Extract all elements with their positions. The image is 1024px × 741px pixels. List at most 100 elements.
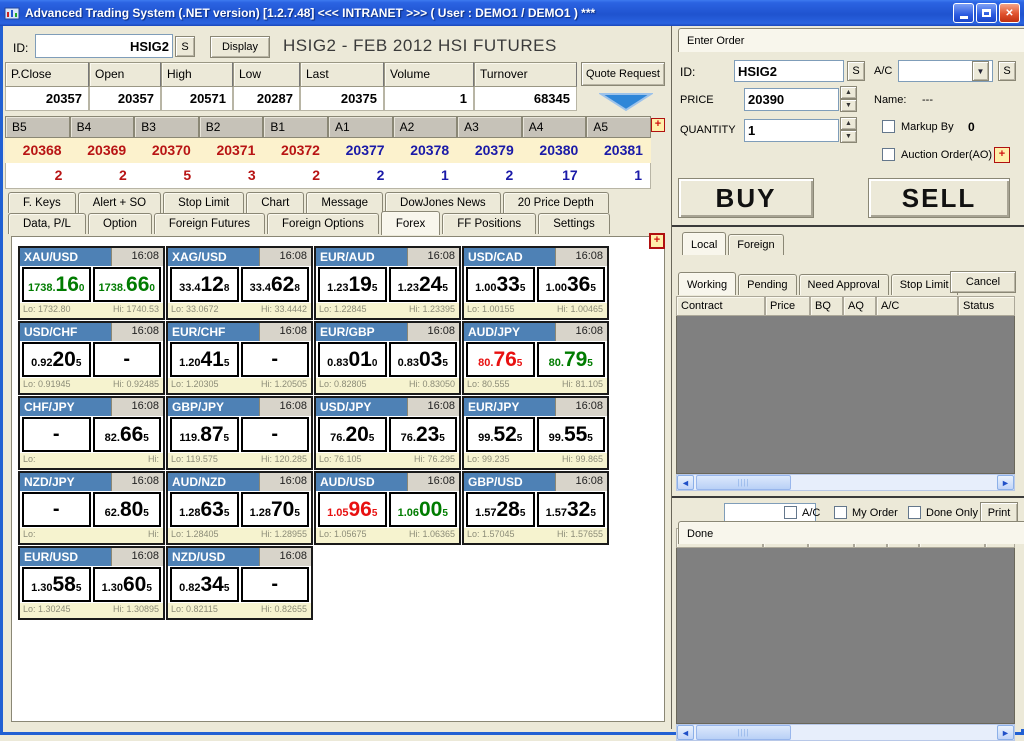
scroll-left-icon[interactable]: ◄ — [677, 475, 694, 490]
ask-price-box[interactable]: 1.00365 — [537, 267, 606, 302]
tab-dowjones-news[interactable]: DowJones News — [385, 192, 501, 213]
scroll-left-icon[interactable]: ◄ — [677, 725, 694, 740]
account-dropdown[interactable]: ▼ — [898, 60, 993, 82]
ask-price-box[interactable]: 1738.660 — [93, 267, 162, 302]
orders-table-body[interactable] — [676, 316, 1015, 474]
tab-forex[interactable]: Forex — [381, 211, 440, 235]
scroll-right-icon[interactable]: ► — [997, 475, 1014, 490]
bid-price-box[interactable]: 99.525 — [466, 417, 535, 452]
bid-price-box[interactable]: 0.92205 — [22, 342, 91, 377]
tab-settings[interactable]: Settings — [538, 213, 610, 234]
tab-20-price-depth[interactable]: 20 Price Depth — [503, 192, 609, 213]
tab-option[interactable]: Option — [88, 213, 152, 234]
forex-tile-gbp-jpy[interactable]: GBP/JPY 16:08 119.875- Lo: 119.575 Hi: 1… — [166, 396, 313, 470]
contract-search-button[interactable]: S — [175, 36, 195, 57]
ask-price-box[interactable]: 82.665 — [93, 417, 162, 452]
auction-plus-button[interactable]: + — [994, 147, 1010, 163]
orders-hscrollbar[interactable]: ◄ |||| ► — [676, 474, 1015, 491]
ask-price-box[interactable]: 62.805 — [93, 492, 162, 527]
tab-chart[interactable]: Chart — [246, 192, 304, 213]
account-search-button[interactable]: S — [998, 61, 1016, 81]
forex-tile-xau-usd[interactable]: XAU/USD 16:08 1738.1601738.660 Lo: 1732.… — [18, 246, 165, 320]
bid-price-box[interactable]: 119.875 — [170, 417, 239, 452]
price-up-icon[interactable]: ▲ — [840, 86, 857, 99]
quantity-up-icon[interactable]: ▲ — [840, 117, 857, 130]
depth-price-a2[interactable]: 20378 — [393, 138, 458, 163]
ask-price-box[interactable]: - — [241, 417, 310, 452]
minimize-button[interactable] — [953, 3, 974, 23]
forex-tile-usd-jpy[interactable]: USD/JPY 16:08 76.20576.235 Lo: 76.105 Hi… — [314, 396, 461, 470]
tab-f-keys[interactable]: F. Keys — [8, 192, 76, 213]
depth-price-a3[interactable]: 20379 — [457, 138, 522, 163]
depth-price-b5[interactable]: 20368 — [5, 138, 70, 163]
tab-done[interactable]: Done — [678, 521, 1024, 544]
close-button[interactable]: ✕ — [999, 3, 1020, 23]
tab-working[interactable]: Working — [678, 272, 736, 295]
bid-price-box[interactable]: 1.23195 — [318, 267, 387, 302]
price-input[interactable]: 20390 — [744, 88, 839, 111]
bid-price-box[interactable]: 0.83010 — [318, 342, 387, 377]
orders-col-price[interactable]: Price — [765, 296, 810, 316]
tab-enter-order[interactable]: Enter Order — [678, 28, 1024, 52]
a-c-checkbox[interactable] — [784, 506, 797, 519]
forex-tile-usd-chf[interactable]: USD/CHF 16:08 0.92205- Lo: 0.91945 Hi: 0… — [18, 321, 165, 395]
depth-price-a5[interactable]: 20381 — [586, 138, 651, 163]
forex-tile-xag-usd[interactable]: XAG/USD 16:08 33.412833.4628 Lo: 33.0672… — [166, 246, 313, 320]
cancel-button[interactable]: Cancel — [950, 271, 1016, 293]
ask-price-box[interactable]: 1.30605 — [93, 567, 162, 602]
bid-price-box[interactable]: 1.28635 — [170, 492, 239, 527]
forex-tile-aud-nzd[interactable]: AUD/NZD 16:08 1.286351.28705 Lo: 1.28405… — [166, 471, 313, 545]
maximize-button[interactable] — [976, 3, 997, 23]
forex-tile-eur-aud[interactable]: EUR/AUD 16:08 1.231951.23245 Lo: 1.22845… — [314, 246, 461, 320]
scroll-thumb[interactable]: |||| — [696, 475, 791, 490]
ask-price-box[interactable]: - — [241, 342, 310, 377]
tab-stop-limit[interactable]: Stop Limit — [163, 192, 244, 213]
depth-price-b4[interactable]: 20369 — [70, 138, 135, 163]
scroll-track[interactable]: |||| — [694, 725, 997, 740]
quote-request-button[interactable]: Quote Request — [581, 62, 665, 86]
bid-price-box[interactable]: 76.205 — [318, 417, 387, 452]
scroll-right-icon[interactable]: ► — [997, 725, 1014, 740]
forex-tile-usd-cad[interactable]: USD/CAD 16:08 1.003351.00365 Lo: 1.00155… — [462, 246, 609, 320]
display-button[interactable]: Display — [210, 36, 270, 58]
price-down-icon[interactable]: ▼ — [840, 99, 857, 112]
forex-tile-eur-usd[interactable]: EUR/USD 16:08 1.305851.30605 Lo: 1.30245… — [18, 546, 165, 620]
quote-down-arrow-icon[interactable] — [599, 92, 653, 112]
bid-price-box[interactable]: 1.20415 — [170, 342, 239, 377]
forex-tile-nzd-usd[interactable]: NZD/USD 16:08 0.82345- Lo: 0.82115 Hi: 0… — [166, 546, 313, 620]
bid-price-box[interactable]: 1.57285 — [466, 492, 535, 527]
ask-price-box[interactable]: 1.28705 — [241, 492, 310, 527]
ask-price-box[interactable]: 0.83035 — [389, 342, 458, 377]
orders-col-bq[interactable]: BQ — [810, 296, 843, 316]
bid-price-box[interactable]: 1.00335 — [466, 267, 535, 302]
tab-need-approval[interactable]: Need Approval — [799, 274, 889, 295]
scroll-track[interactable]: |||| — [694, 475, 997, 490]
bid-price-box[interactable]: 1738.160 — [22, 267, 91, 302]
forex-tile-eur-jpy[interactable]: EUR/JPY 16:08 99.52599.555 Lo: 99.235 Hi… — [462, 396, 609, 470]
ask-price-box[interactable]: 1.06005 — [389, 492, 458, 527]
ask-price-box[interactable]: - — [93, 342, 162, 377]
tab-stop-limit[interactable]: Stop Limit — [891, 274, 958, 295]
orders-col-a-c[interactable]: A/C — [876, 296, 958, 316]
tab-message[interactable]: Message — [306, 192, 383, 213]
forex-tile-gbp-usd[interactable]: GBP/USD 16:08 1.572851.57325 Lo: 1.57045… — [462, 471, 609, 545]
tab-ff-positions[interactable]: FF Positions — [442, 213, 536, 234]
depth-price-b3[interactable]: 20370 — [134, 138, 199, 163]
forex-tile-eur-gbp[interactable]: EUR/GBP 16:08 0.830100.83035 Lo: 0.82805… — [314, 321, 461, 395]
forex-tile-aud-usd[interactable]: AUD/USD 16:08 1.059651.06005 Lo: 1.05675… — [314, 471, 461, 545]
bid-price-box[interactable]: 1.05965 — [318, 492, 387, 527]
my-order-checkbox[interactable] — [834, 506, 847, 519]
ask-price-box[interactable]: - — [241, 567, 310, 602]
depth-price-b1[interactable]: 20372 — [263, 138, 328, 163]
ask-price-box[interactable]: 76.235 — [389, 417, 458, 452]
quantity-input[interactable]: 1 — [744, 119, 839, 142]
bid-price-box[interactable]: 33.4128 — [170, 267, 239, 302]
quantity-stepper[interactable]: ▲ ▼ — [840, 117, 857, 144]
contract-id-input[interactable]: HSIG2 — [35, 34, 173, 58]
title-bar[interactable]: Advanced Trading System (.NET version) [… — [0, 0, 1024, 26]
tab-foreign-futures[interactable]: Foreign Futures — [154, 213, 265, 234]
ask-price-box[interactable]: 80.795 — [537, 342, 606, 377]
orders-col-aq[interactable]: AQ — [843, 296, 876, 316]
ask-price-box[interactable]: 99.555 — [537, 417, 606, 452]
ask-price-box[interactable]: 1.23245 — [389, 267, 458, 302]
